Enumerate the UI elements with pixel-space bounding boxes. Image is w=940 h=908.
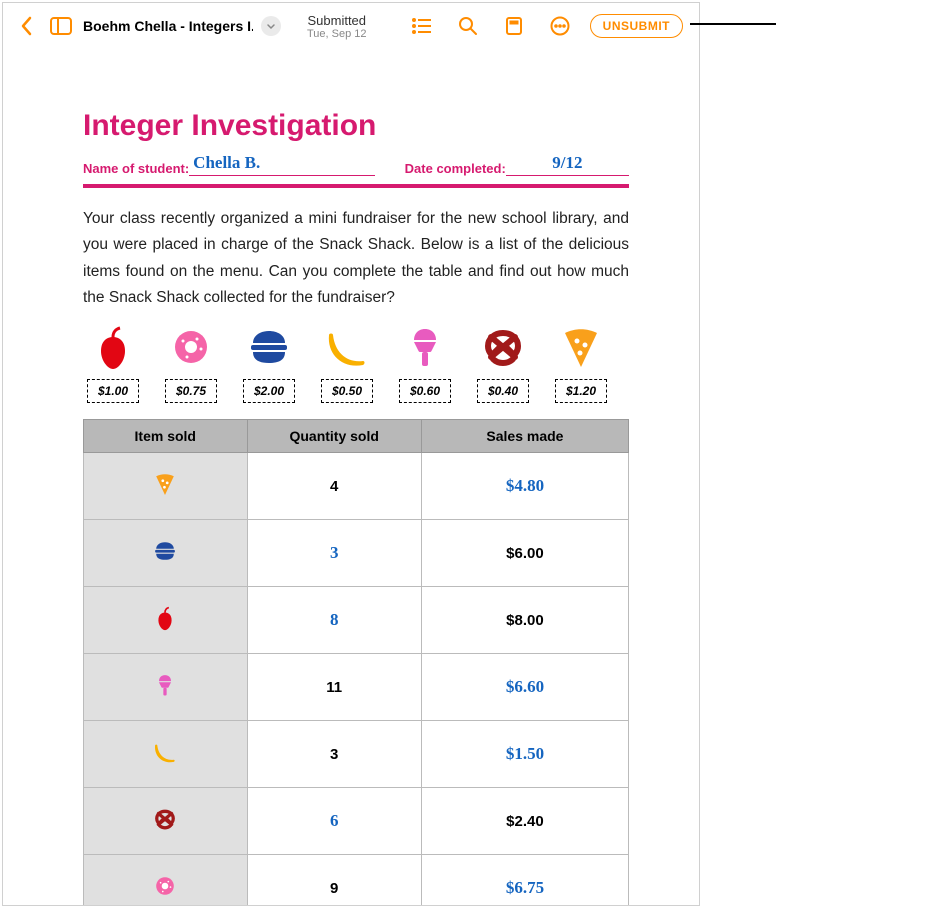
qty-cell: 9 bbox=[247, 855, 421, 906]
icecream-icon bbox=[141, 696, 189, 713]
pizza-icon bbox=[141, 495, 189, 512]
callout-line bbox=[690, 23, 776, 25]
qty-cell: 3 bbox=[247, 721, 421, 788]
price-donut: $0.75 bbox=[165, 379, 217, 403]
pretzel-icon bbox=[473, 323, 533, 371]
list-icon[interactable] bbox=[406, 10, 438, 42]
item-cell-apple bbox=[84, 587, 248, 654]
title-dropdown-icon[interactable] bbox=[261, 16, 281, 36]
pretzel-icon bbox=[141, 830, 189, 847]
table-header: Quantity sold bbox=[247, 420, 421, 453]
table-row: 9 $6.75 bbox=[84, 855, 629, 906]
name-value: Chella B. bbox=[189, 153, 374, 176]
menu-item-burger: $2.00 bbox=[239, 323, 299, 403]
sidebar-panel-icon[interactable] bbox=[45, 10, 77, 42]
icecream-icon bbox=[395, 323, 455, 371]
sales-cell: $6.60 bbox=[421, 654, 628, 721]
item-cell-pizza bbox=[84, 453, 248, 520]
search-icon[interactable] bbox=[452, 10, 484, 42]
menu-items-row: $1.00 $0.75 $2.00 $0.50 $0.60 $0.40 $1.2… bbox=[83, 323, 629, 403]
document-title: Boehm Chella - Integers I... bbox=[83, 18, 253, 34]
qty-cell: 4 bbox=[247, 453, 421, 520]
table-row: 4 $4.80 bbox=[84, 453, 629, 520]
price-icecream: $0.60 bbox=[399, 379, 451, 403]
sales-cell: $6.75 bbox=[421, 855, 628, 906]
table-row: 6 $2.40 bbox=[84, 788, 629, 855]
app-toolbar: Boehm Chella - Integers I... Submitted T… bbox=[3, 3, 699, 49]
donut-icon bbox=[161, 323, 221, 371]
sales-table: Item soldQuantity soldSales made 4 $4.80… bbox=[83, 419, 629, 906]
banana-icon bbox=[317, 323, 377, 371]
sales-cell: $2.40 bbox=[421, 788, 628, 855]
price-apple: $1.00 bbox=[87, 379, 139, 403]
worksheet-heading: Integer Investigation bbox=[83, 109, 629, 143]
item-cell-burger bbox=[84, 520, 248, 587]
table-row: 8 $8.00 bbox=[84, 587, 629, 654]
date-value: 9/12 bbox=[506, 153, 629, 176]
unsubmit-button[interactable]: UNSUBMIT bbox=[590, 14, 683, 38]
date-label: Date completed: bbox=[405, 161, 506, 176]
qty-cell: 8 bbox=[247, 587, 421, 654]
name-label: Name of student: bbox=[83, 161, 189, 176]
price-burger: $2.00 bbox=[243, 379, 295, 403]
price-banana: $0.50 bbox=[321, 379, 373, 403]
table-row: 3 $1.50 bbox=[84, 721, 629, 788]
worksheet-document: Integer Investigation Name of student: C… bbox=[3, 49, 699, 906]
donut-icon bbox=[141, 897, 189, 906]
sales-cell: $6.00 bbox=[421, 520, 628, 587]
status-sub-text: Tue, Sep 12 bbox=[307, 28, 367, 40]
table-row: 11 $6.60 bbox=[84, 654, 629, 721]
menu-item-icecream: $0.60 bbox=[395, 323, 455, 403]
banana-icon bbox=[141, 763, 189, 780]
qty-cell: 3 bbox=[247, 520, 421, 587]
heading-divider bbox=[83, 184, 629, 188]
qty-cell: 6 bbox=[247, 788, 421, 855]
document-tools-icon[interactable] bbox=[498, 10, 530, 42]
price-pretzel: $0.40 bbox=[477, 379, 529, 403]
worksheet-body-text: Your class recently organized a mini fun… bbox=[83, 206, 629, 311]
item-cell-donut bbox=[84, 855, 248, 906]
qty-cell: 11 bbox=[247, 654, 421, 721]
apple-icon bbox=[83, 323, 143, 371]
item-cell-banana bbox=[84, 721, 248, 788]
table-header: Item sold bbox=[84, 420, 248, 453]
apple-icon bbox=[141, 629, 189, 646]
menu-item-banana: $0.50 bbox=[317, 323, 377, 403]
burger-icon bbox=[141, 562, 189, 579]
submission-status: Submitted Tue, Sep 12 bbox=[307, 13, 367, 40]
menu-item-pretzel: $0.40 bbox=[473, 323, 533, 403]
table-row: 3 $6.00 bbox=[84, 520, 629, 587]
status-main-text: Submitted bbox=[307, 13, 367, 28]
pizza-icon bbox=[551, 323, 611, 371]
menu-item-apple: $1.00 bbox=[83, 323, 143, 403]
sales-cell: $8.00 bbox=[421, 587, 628, 654]
more-icon[interactable] bbox=[544, 10, 576, 42]
sales-cell: $4.80 bbox=[421, 453, 628, 520]
table-header: Sales made bbox=[421, 420, 628, 453]
sales-cell: $1.50 bbox=[421, 721, 628, 788]
item-cell-icecream bbox=[84, 654, 248, 721]
back-chevron-icon[interactable] bbox=[11, 10, 43, 42]
burger-icon bbox=[239, 323, 299, 371]
menu-item-pizza: $1.20 bbox=[551, 323, 611, 403]
price-pizza: $1.20 bbox=[555, 379, 607, 403]
item-cell-pretzel bbox=[84, 788, 248, 855]
menu-item-donut: $0.75 bbox=[161, 323, 221, 403]
